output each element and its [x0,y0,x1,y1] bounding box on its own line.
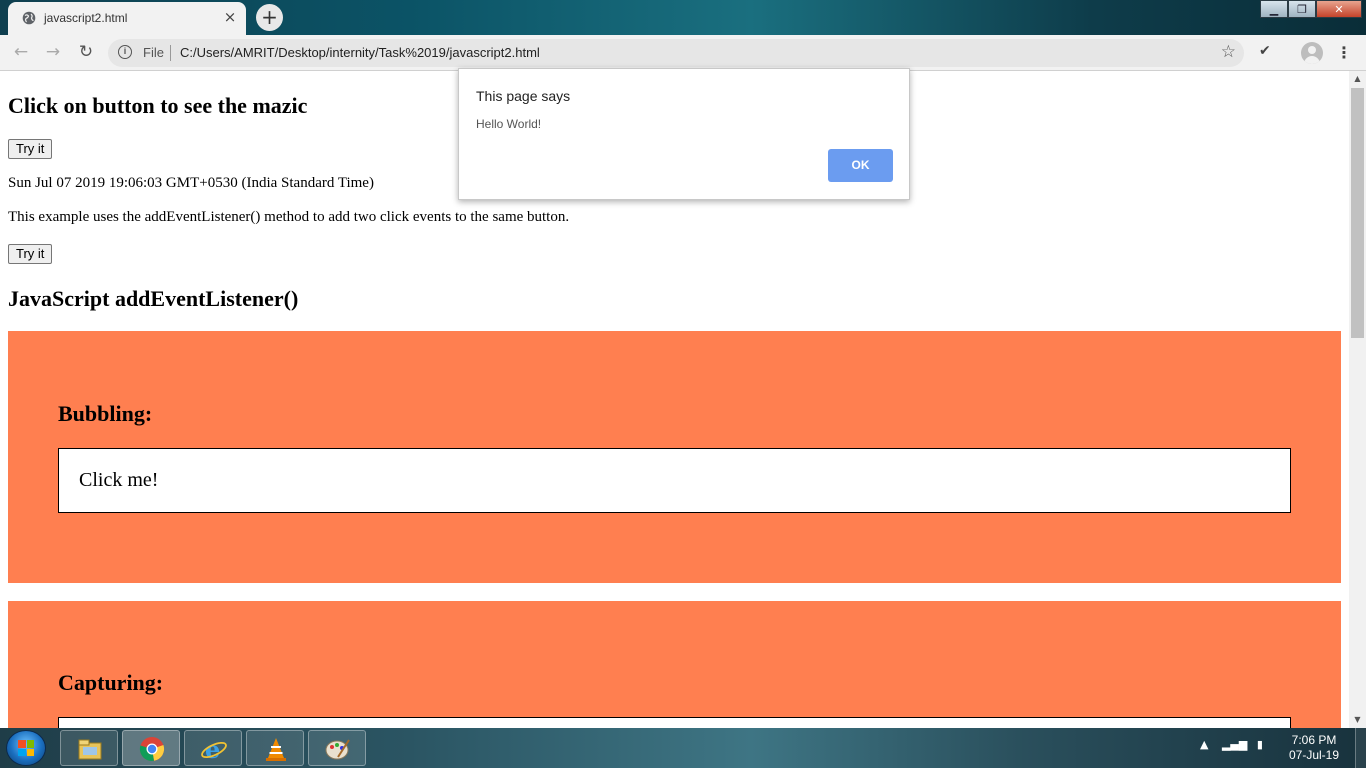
extension-check-icon[interactable]: ✔ [1259,43,1271,59]
browser-title-bar: javascript2.html × + ▁ ❐ ✕ [0,0,1366,35]
page-heading: Click on button to see the mazic [8,93,308,118]
back-arrow-icon[interactable]: ← [10,42,32,64]
dialog-title: This page says [476,88,571,104]
profile-avatar-icon[interactable] [1301,42,1323,64]
show-desktop-button[interactable] [1355,728,1366,768]
omnibox-divider [170,45,171,61]
internet-explorer-icon: e [201,735,227,763]
show-hidden-icons-icon[interactable]: ▲ [1200,738,1208,751]
new-tab-button[interactable]: + [256,4,283,31]
capturing-container[interactable]: Capturing: [8,601,1341,728]
taskbar-chrome[interactable] [122,730,180,766]
network-signal-icon[interactable]: ▂▄▆ [1222,738,1247,751]
system-tray: ▲ ▂▄▆ ▮ [1200,738,1263,751]
scroll-down-arrow-icon[interactable]: ▼ [1349,712,1366,728]
vertical-scrollbar[interactable]: ▲ ▼ [1349,71,1366,728]
windows-taskbar: e ▲ ▂▄▆ ▮ 7:06 PM 07-Jul-19 [0,728,1366,768]
scroll-thumb[interactable] [1351,88,1364,338]
try-it-button-2[interactable]: Try it [8,244,53,264]
taskbar-paint[interactable] [308,730,366,766]
browser-toolbar: ← → ↻ i File C:/Users/AMRIT/Desktop/inte… [0,35,1366,71]
maximize-button[interactable]: ❐ [1288,0,1316,18]
bubbling-title: Bubbling: [58,401,153,426]
close-window-button[interactable]: ✕ [1316,0,1362,18]
ok-button[interactable]: OK [828,149,893,182]
taskbar-vlc[interactable] [246,730,304,766]
power-icon[interactable]: ▮ [1257,738,1263,751]
taskbar-internet-explorer[interactable]: e [184,730,242,766]
chrome-icon [139,737,165,761]
url-text[interactable]: C:/Users/AMRIT/Desktop/internity/Task%20… [180,45,540,60]
tab-title: javascript2.html [44,11,128,25]
file-explorer-icon [78,739,102,760]
bookmark-star-icon[interactable]: ☆ [1221,42,1236,62]
try-it-button[interactable]: Try it [8,139,53,159]
minimize-button[interactable]: ▁ [1260,0,1288,18]
address-bar[interactable]: i File C:/Users/AMRIT/Desktop/internity/… [108,39,1244,67]
taskbar-clock[interactable]: 7:06 PM 07-Jul-19 [1284,733,1344,763]
click-me-text: Click me! [79,469,159,491]
bubbling-click-box[interactable]: Click me! [58,448,1291,513]
capturing-title: Capturing: [58,670,164,695]
clock-time: 7:06 PM [1291,733,1337,747]
tab-javascript2[interactable]: javascript2.html × [8,2,246,35]
windows-logo-icon [18,740,34,756]
description-text: This example uses the addEventListener()… [8,209,570,225]
reload-icon[interactable]: ↻ [75,42,97,64]
dialog-message: Hello World! [476,117,542,131]
paint-icon [325,739,350,760]
taskbar-file-explorer[interactable] [60,730,118,766]
window-controls: ▁ ❐ ✕ [1260,0,1362,18]
globe-icon [22,11,36,25]
start-button[interactable] [6,730,46,766]
scheme-label: File [143,45,164,60]
section-heading: JavaScript addEventListener() [8,286,299,311]
scroll-up-arrow-icon[interactable]: ▲ [1349,71,1366,87]
forward-arrow-icon[interactable]: → [42,42,64,64]
alert-dialog: This page says Hello World! OK [458,68,910,200]
vlc-icon [266,738,286,761]
capturing-click-box[interactable] [58,717,1291,728]
tab-close-icon[interactable]: × [222,9,238,25]
clock-date: 07-Jul-19 [1288,748,1340,762]
bubbling-container[interactable]: Bubbling: Click me! [8,331,1341,583]
date-output: Sun Jul 07 2019 19:06:03 GMT+0530 (India… [8,175,374,191]
browser-menu-icon[interactable]: ⋮ [1336,42,1352,64]
info-icon[interactable]: i [118,45,132,59]
